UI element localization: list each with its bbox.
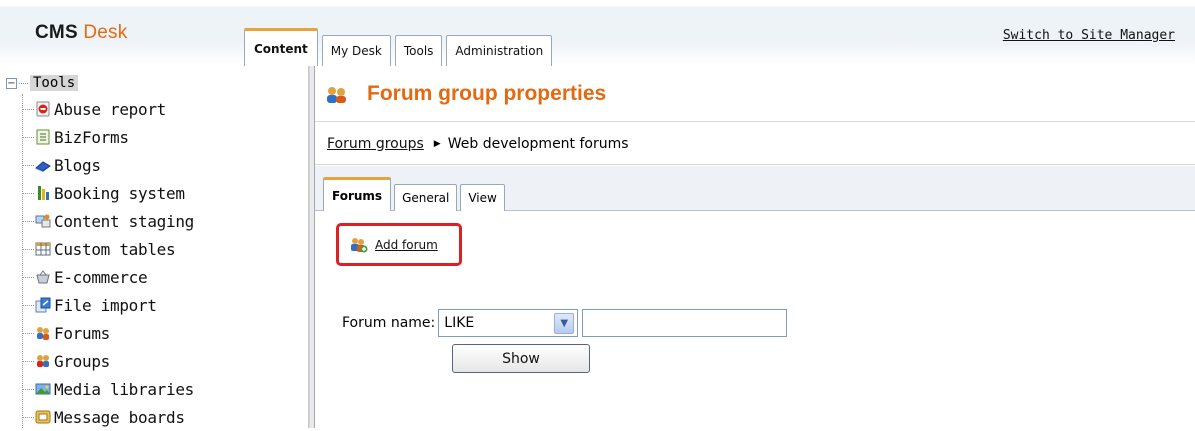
- media-libraries-icon: [35, 383, 51, 395]
- tab-content[interactable]: Content: [244, 28, 318, 66]
- tree-item-bizforms[interactable]: BizForms: [22, 123, 194, 151]
- forum-name-input[interactable]: [582, 309, 788, 337]
- add-forum-link[interactable]: Add forum: [375, 238, 438, 252]
- sub-tabs: Forums General View: [323, 177, 508, 211]
- add-forum-highlight: Add forum: [336, 223, 462, 266]
- tree-item-message-boards[interactable]: Message boards: [22, 403, 194, 431]
- collapse-toggle-icon[interactable]: −: [6, 77, 17, 89]
- tree-item-groups[interactable]: Groups: [22, 347, 194, 375]
- tab-view[interactable]: View: [460, 184, 505, 211]
- content-panel: Forum group properties Forum groups ▶ We…: [315, 66, 1195, 428]
- tree-item-label: Custom tables: [54, 239, 176, 259]
- tree-item-file-import[interactable]: File import: [22, 291, 194, 319]
- operator-select-value: LIKE: [444, 315, 475, 331]
- chevron-down-icon[interactable]: ▼: [554, 312, 575, 334]
- operator-select[interactable]: LIKE ▼: [438, 309, 579, 337]
- tree-connector: [22, 192, 34, 194]
- tree-connector: [22, 276, 34, 278]
- logo-desk: Desk: [83, 22, 128, 43]
- tree-connector: [22, 416, 34, 418]
- tree-item-label: Content staging: [54, 211, 194, 231]
- tree-item-booking-system[interactable]: Booking system: [22, 179, 194, 207]
- tree-item-label: Booking system: [54, 183, 185, 203]
- bizforms-icon: [36, 129, 50, 145]
- file-import-icon: [35, 297, 51, 313]
- tree-item-label: Groups: [54, 351, 110, 371]
- tree-item-label: Abuse report: [54, 99, 166, 119]
- tree-item-label: File import: [54, 295, 157, 315]
- tree-item-forums[interactable]: Forums: [22, 319, 194, 347]
- switch-to-site-manager-link[interactable]: Switch to Site Manager: [1003, 28, 1175, 43]
- tree-item-label: BizForms: [54, 127, 129, 147]
- app-header: CMS Desk Content My Desk Tools Administr…: [0, 0, 1195, 66]
- tree-connector: [22, 248, 34, 250]
- breadcrumb-current: Web development forums: [447, 135, 629, 152]
- sub-tabs-bar: Forums General View: [315, 166, 1195, 211]
- tree-item-media-libraries[interactable]: Media libraries: [22, 375, 194, 403]
- tree-connector: [19, 82, 28, 84]
- tab-my-desk[interactable]: My Desk: [321, 35, 391, 66]
- page-title: Forum group properties: [367, 82, 607, 105]
- tab-administration[interactable]: Administration: [446, 35, 553, 66]
- tree-connector: [22, 304, 34, 306]
- tree-item-custom-tables[interactable]: Custom tables: [22, 235, 194, 263]
- forum-name-label: Forum name:: [342, 315, 436, 331]
- tree-connector: [22, 136, 34, 138]
- tree-connector: [22, 360, 34, 362]
- show-button[interactable]: Show: [452, 344, 590, 373]
- tree-item-blogs[interactable]: Blogs: [22, 151, 194, 179]
- main-tabs: Content My Desk Tools Administration: [244, 28, 556, 66]
- tree-item-content-staging[interactable]: Content staging: [22, 207, 194, 235]
- breadcrumb-arrow-icon: ▶: [433, 138, 441, 149]
- tab-tools[interactable]: Tools: [394, 35, 443, 66]
- tree-connector: [22, 164, 34, 166]
- tab-forums[interactable]: Forums: [323, 177, 392, 211]
- e-commerce-icon: [36, 270, 50, 284]
- abuse-report-icon: [36, 101, 50, 117]
- tree-item-label: Message boards: [54, 407, 185, 427]
- tree-item-label: Blogs: [54, 155, 101, 175]
- forums-icon: [37, 327, 49, 340]
- message-boards-icon: [35, 410, 51, 424]
- title-bar: Forum group properties: [315, 66, 1195, 122]
- tools-tree: − Tools Abuse report BizForms Blogs Book…: [0, 66, 309, 428]
- tree-connector: [22, 332, 34, 334]
- groups-icon: [37, 355, 49, 367]
- booking-system-icon: [38, 186, 49, 200]
- tree-connector: [22, 388, 34, 390]
- blogs-icon: [35, 161, 51, 172]
- tab-general[interactable]: General: [394, 184, 458, 211]
- tree-item-label: Forums: [54, 323, 110, 343]
- tree-root: − Tools: [6, 75, 79, 91]
- custom-tables-icon: [35, 242, 51, 256]
- tree-item-label: Media libraries: [54, 379, 194, 399]
- tree-connector: [22, 220, 34, 222]
- tree-root-label[interactable]: Tools: [30, 75, 79, 91]
- tree-connector: [22, 108, 34, 110]
- tree-item-abuse-report[interactable]: Abuse report: [22, 95, 194, 123]
- add-forum-icon: [351, 237, 368, 252]
- breadcrumb: Forum groups ▶ Web development forums: [315, 123, 1195, 165]
- tree-items: Abuse report BizForms Blogs Booking syst…: [22, 95, 194, 431]
- forum-name-filter: Forum name: LIKE ▼: [342, 309, 788, 337]
- content-staging-icon: [35, 214, 51, 228]
- tree-item-e-commerce[interactable]: E-commerce: [22, 263, 194, 291]
- breadcrumb-link-forum-groups[interactable]: Forum groups: [327, 136, 424, 152]
- logo-cms: CMS: [35, 22, 78, 43]
- forum-group-icon: [327, 87, 346, 103]
- tree-item-label: E-commerce: [54, 267, 148, 287]
- cms-desk-logo: CMS Desk: [35, 22, 127, 44]
